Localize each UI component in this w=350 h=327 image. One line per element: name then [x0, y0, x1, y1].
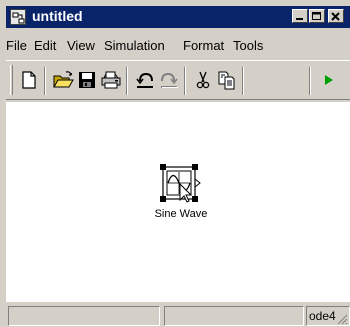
menu-format[interactable]: Format [183, 38, 224, 53]
toolbar-grip[interactable] [10, 65, 13, 95]
block-label[interactable]: Sine Wave [136, 208, 226, 220]
toolbar-separator [44, 67, 46, 95]
status-pane-time [164, 306, 304, 326]
redo-icon[interactable] [158, 69, 180, 91]
toolbar-separator [126, 67, 128, 95]
menu-edit[interactable]: Edit [34, 38, 56, 53]
save-icon[interactable] [76, 69, 98, 91]
toolbar-separator [184, 67, 186, 95]
model-canvas[interactable]: Sine Wave [6, 102, 350, 302]
menu-bar: File Edit View Simulation Format Tools [6, 36, 350, 56]
menu-simulation[interactable]: Simulation [104, 38, 165, 53]
menu-file[interactable]: File [6, 38, 27, 53]
start-simulation-icon[interactable] [318, 69, 340, 91]
new-model-icon[interactable] [18, 69, 40, 91]
cut-icon[interactable] [192, 69, 214, 91]
resize-grip-icon[interactable] [336, 313, 348, 325]
menu-view[interactable]: View [67, 38, 95, 53]
undo-icon[interactable] [134, 69, 156, 91]
maximize-icon[interactable] [309, 9, 325, 23]
title-bar[interactable]: untitled [6, 6, 350, 28]
window-title: untitled [32, 8, 83, 24]
toolbar-separator [309, 67, 311, 95]
copy-icon[interactable] [216, 69, 238, 91]
minimize-icon[interactable] [292, 9, 308, 23]
toolbar [6, 60, 350, 100]
menu-tools[interactable]: Tools [233, 38, 263, 53]
status-pane-message [8, 306, 160, 326]
close-icon[interactable] [328, 9, 344, 23]
print-icon[interactable] [100, 69, 122, 91]
simulink-model-icon[interactable] [10, 9, 26, 25]
toolbar-separator [242, 67, 244, 95]
open-folder-icon[interactable] [52, 69, 74, 91]
status-bar: ode4 [6, 304, 350, 327]
sine-wave-block[interactable] [158, 162, 206, 206]
model-window: untitled File Edit View Simulation Forma… [0, 0, 350, 327]
